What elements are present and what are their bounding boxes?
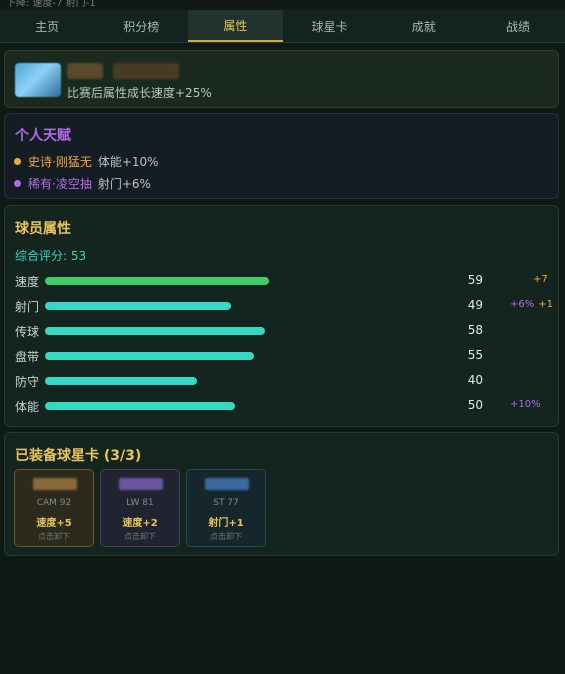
stat-label: 防守	[15, 375, 40, 389]
card-bonus: 速度+5	[36, 518, 72, 529]
tab-label: 积分榜	[123, 19, 160, 34]
stat-bar-fill	[45, 377, 197, 385]
card-portrait-icon	[119, 478, 163, 490]
attributes-section-title: 球员属性	[15, 221, 71, 237]
stat-bar-fill	[45, 302, 231, 310]
overall-rating: 综合评分: 53	[15, 249, 87, 263]
stat-row: 射门 49 +6% +1	[5, 295, 560, 317]
stat-bar-track	[45, 327, 425, 335]
tab-leaderboard[interactable]: 积分榜	[94, 10, 188, 42]
talent-name: 史诗·刚猛无	[28, 155, 92, 169]
talent-effect: 射门+6%	[97, 177, 151, 191]
tab-label: 战绩	[505, 19, 530, 34]
talent-item: 史诗·刚猛无 体能+10%	[14, 153, 159, 170]
stat-bar-fill	[45, 327, 265, 335]
equipped-star-card[interactable]: ST 77 射门+1 点击卸下	[186, 469, 266, 547]
blurred-title	[67, 63, 103, 79]
tab-bar: 主页 积分榜 属性 球星卡 成就 战绩	[0, 10, 565, 43]
stat-row: 速度 59 +7	[5, 270, 560, 292]
stat-bar-fill	[45, 402, 235, 410]
top-status-strip: 下降: 速度-7 射门-1	[0, 0, 565, 8]
talent-card: 个人天赋 史诗·刚猛无 体能+10% 稀有·凌空抽 射门+6%	[4, 113, 559, 199]
tab-label: 成就	[411, 19, 436, 34]
talent-effect: 体能+10%	[97, 155, 159, 169]
tab-home[interactable]: 主页	[0, 10, 94, 42]
stat-bonus: +10%	[510, 399, 541, 410]
stat-bonus-flat: +7	[533, 274, 548, 285]
card-bonus: 射门+1	[208, 518, 244, 529]
tab-star-cards[interactable]: 球星卡	[283, 10, 377, 42]
stat-label: 盘带	[15, 350, 40, 364]
stat-row: 体能 50 +10%	[5, 395, 560, 417]
stat-value: 58	[467, 323, 483, 337]
card-position-rating: ST 77	[213, 498, 239, 508]
stat-bar-track	[45, 352, 425, 360]
stat-bonus: +6% +1	[510, 299, 553, 310]
equipped-section-title: 已装备球星卡 (3/3)	[15, 448, 142, 464]
growth-item-icon	[15, 63, 61, 97]
talent-section-title: 个人天赋	[15, 128, 71, 144]
stat-row: 盘带 55	[5, 345, 560, 367]
stat-label: 射门	[15, 300, 40, 314]
stat-label: 传球	[15, 325, 40, 339]
stat-row: 传球 58	[5, 320, 560, 342]
card-position-rating: LW 81	[126, 498, 154, 508]
growth-bonus-card: 比赛后属性成长速度+25%	[4, 50, 559, 108]
talent-dot-icon	[14, 180, 21, 187]
card-unequip-hint: 点击卸下	[38, 532, 70, 541]
stat-value: 59	[467, 273, 483, 287]
stat-label: 速度	[15, 275, 40, 289]
stat-bonus-pct: +10%	[510, 399, 541, 410]
growth-bonus-text: 比赛后属性成长速度+25%	[67, 86, 212, 100]
tab-label: 球星卡	[311, 19, 348, 34]
card-portrait-icon	[205, 478, 249, 490]
card-portrait-icon	[33, 478, 77, 490]
tab-label: 属性	[223, 18, 248, 33]
tab-attributes[interactable]: 属性	[188, 10, 283, 42]
stat-bonus-pct: +6%	[510, 299, 535, 310]
talent-name: 稀有·凌空抽	[28, 177, 92, 191]
stat-bar-fill	[45, 352, 254, 360]
stat-bonus: +7	[533, 274, 548, 285]
tab-record[interactable]: 战绩	[471, 10, 565, 42]
stat-bar-track	[45, 302, 425, 310]
stat-bonus-flat: +1	[538, 299, 553, 310]
equipped-star-card[interactable]: LW 81 速度+2 点击卸下	[100, 469, 180, 547]
tab-label: 主页	[35, 19, 60, 34]
equipped-cards-section: 已装备球星卡 (3/3) CAM 92 速度+5 点击卸下 LW 81 速度+2 点击卸下…	[4, 432, 559, 556]
stat-value: 55	[467, 348, 483, 362]
stat-value: 49	[467, 298, 483, 312]
stat-row: 防守 40	[5, 370, 560, 392]
tab-achievements[interactable]: 成就	[377, 10, 471, 42]
attributes-card: 球员属性 综合评分: 53 速度 59 +7 射门 49 +6% +1 传球 58 盘带 55 防守 4…	[4, 205, 559, 427]
talent-item: 稀有·凌空抽 射门+6%	[14, 175, 151, 192]
equipped-star-card[interactable]: CAM 92 速度+5 点击卸下	[14, 469, 94, 547]
stat-value: 40	[467, 373, 483, 387]
blurred-title	[113, 63, 179, 79]
talent-dot-icon	[14, 158, 21, 165]
card-bonus: 速度+2	[122, 518, 158, 529]
stat-bar-fill	[45, 277, 269, 285]
card-position-rating: CAM 92	[36, 498, 72, 508]
header-partial-text: 下降: 速度-7 射门-1	[6, 0, 96, 8]
card-unequip-hint: 点击卸下	[210, 532, 242, 541]
card-unequip-hint: 点击卸下	[124, 532, 156, 541]
stat-bar-track	[45, 277, 425, 285]
stat-bar-track	[45, 377, 425, 385]
stat-value: 50	[467, 398, 483, 412]
stat-label: 体能	[15, 400, 40, 414]
stat-bar-track	[45, 402, 425, 410]
